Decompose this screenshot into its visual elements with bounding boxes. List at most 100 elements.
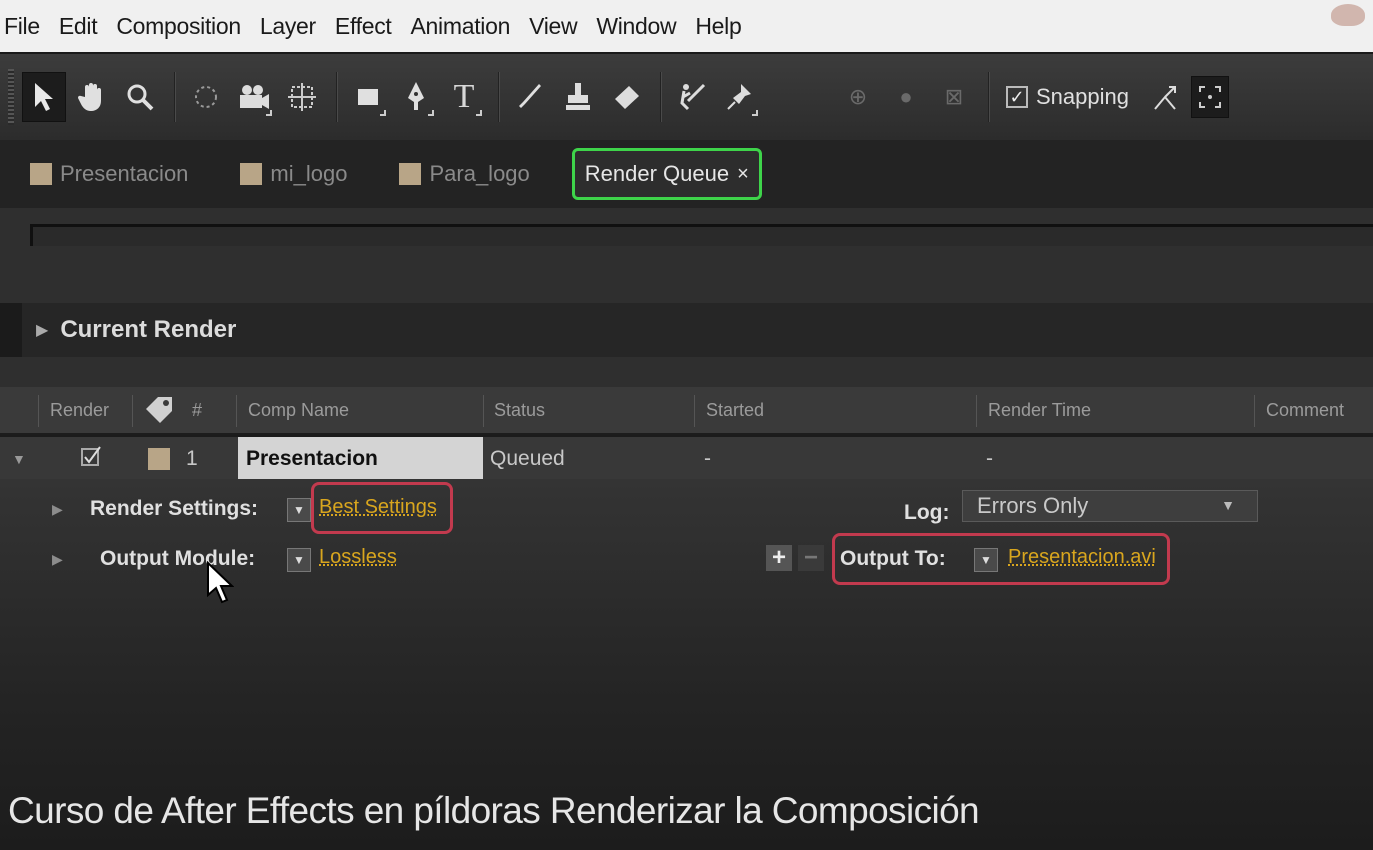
- current-render-label: Current Render: [60, 316, 237, 343]
- local-axis-mode-icon[interactable]: ⊕: [836, 72, 880, 122]
- label-color-swatch: [30, 163, 52, 185]
- menu-effect[interactable]: Effect: [335, 13, 392, 40]
- tab-presentacion[interactable]: Presentacion: [30, 161, 188, 187]
- column-started[interactable]: Started: [706, 400, 764, 421]
- column-divider: [483, 395, 484, 427]
- column-comp-name[interactable]: Comp Name: [248, 400, 349, 421]
- column-divider: [976, 395, 977, 427]
- render-progress-bar: [30, 224, 1373, 246]
- panel-spacer: [0, 357, 1373, 387]
- column-divider: [694, 395, 695, 427]
- output-to-label: Output To:: [840, 547, 946, 570]
- comp-name-cell[interactable]: Presentacion: [238, 437, 483, 479]
- type-tool-icon[interactable]: T: [442, 72, 486, 122]
- eraser-tool-icon[interactable]: [604, 72, 648, 122]
- toolbar-divider: [336, 72, 338, 122]
- roto-brush-tool-icon[interactable]: [670, 72, 714, 122]
- render-settings-label: Render Settings:: [90, 497, 259, 520]
- tab-label: Para_logo: [429, 161, 530, 186]
- disclosure-triangle-icon[interactable]: ▶: [52, 501, 63, 518]
- snapping-checkbox[interactable]: ✓: [1006, 86, 1028, 108]
- menu-composition[interactable]: Composition: [116, 13, 241, 40]
- render-settings-link[interactable]: Best Settings: [319, 496, 437, 519]
- menu-view[interactable]: View: [529, 13, 578, 40]
- tab-mi-logo[interactable]: mi_logo: [240, 161, 347, 187]
- menu-edit[interactable]: Edit: [59, 13, 98, 40]
- toolbar-divider: [660, 72, 662, 122]
- camera-tool-icon[interactable]: [232, 72, 276, 122]
- column-divider: [38, 395, 39, 427]
- column-render[interactable]: Render: [50, 400, 109, 421]
- tools-panel: T ⊕ ● ⊠ ✓ Snapping: [0, 52, 1373, 140]
- label-color-swatch[interactable]: [148, 448, 170, 470]
- output-module-dropdown-arrow[interactable]: ▼: [287, 548, 311, 572]
- tab-render-queue[interactable]: Render Queue ×: [571, 148, 762, 200]
- mouse-pointer-icon: [206, 560, 235, 610]
- menu-layer[interactable]: Layer: [260, 13, 316, 40]
- toolbar-divider: [498, 72, 500, 122]
- rotation-tool-icon[interactable]: [184, 72, 228, 122]
- composition-tab-bar: Presentacion mi_logo Para_logo Render Qu…: [0, 140, 1373, 208]
- log-label: Log:: [904, 501, 950, 524]
- clone-stamp-tool-icon[interactable]: [556, 72, 600, 122]
- brush-tool-icon[interactable]: [508, 72, 552, 122]
- pan-behind-tool-icon[interactable]: [280, 72, 324, 122]
- column-number[interactable]: #: [192, 400, 202, 421]
- menu-animation[interactable]: Animation: [411, 13, 511, 40]
- column-comment[interactable]: Comment: [1266, 400, 1344, 421]
- label-color-swatch: [399, 163, 422, 185]
- rectangle-tool-icon[interactable]: [346, 72, 390, 122]
- output-module-link[interactable]: Lossless: [319, 546, 397, 569]
- menu-file[interactable]: File: [4, 13, 40, 40]
- tab-label: Presentacion: [60, 161, 189, 186]
- toolbar-divider: [988, 72, 990, 122]
- column-divider: [236, 395, 237, 427]
- app-logo-icon: [1331, 4, 1365, 26]
- label-color-swatch: [240, 163, 263, 185]
- world-axis-mode-icon[interactable]: ●: [884, 72, 928, 122]
- menu-help[interactable]: Help: [695, 13, 741, 40]
- snapping-label: Snapping: [1036, 84, 1129, 109]
- view-axis-mode-icon[interactable]: ⊠: [932, 72, 976, 122]
- puppet-pin-tool-icon[interactable]: [718, 72, 762, 122]
- menu-window[interactable]: Window: [596, 13, 676, 40]
- snapping-toggle[interactable]: ✓ Snapping: [1006, 84, 1129, 110]
- menu-bar: File Edit Composition Layer Effect Anima…: [0, 0, 1373, 52]
- label-tag-icon[interactable]: [142, 393, 176, 430]
- column-render-time[interactable]: Render Time: [988, 400, 1091, 421]
- expand-triangle-icon[interactable]: ▼: [12, 451, 26, 467]
- log-select[interactable]: Errors Only ▼: [962, 490, 1258, 522]
- toolbar-divider: [174, 72, 176, 122]
- log-select-value: Errors Only: [977, 493, 1089, 518]
- toolbar-grip[interactable]: [8, 69, 14, 125]
- queue-column-headers: Render # Comp Name Status Started Render…: [0, 387, 1373, 435]
- started-cell: -: [704, 447, 711, 470]
- zoom-tool-icon[interactable]: [118, 72, 162, 122]
- status-cell: Queued: [490, 447, 565, 470]
- render-progress-area: [0, 208, 1373, 303]
- hand-tool-icon[interactable]: [70, 72, 114, 122]
- add-output-module-button[interactable]: +: [766, 544, 792, 571]
- chevron-down-icon: ▼: [1221, 497, 1235, 513]
- pen-tool-icon[interactable]: [394, 72, 438, 122]
- column-status[interactable]: Status: [494, 400, 545, 421]
- queue-item-index: 1: [186, 447, 198, 470]
- render-time-cell: -: [986, 447, 993, 470]
- render-checkbox[interactable]: [80, 445, 102, 475]
- output-to-dropdown-arrow[interactable]: ▼: [974, 548, 998, 572]
- disclosure-triangle-icon[interactable]: ▶: [36, 320, 48, 340]
- column-divider: [132, 395, 133, 427]
- disclosure-triangle-icon[interactable]: ▶: [52, 551, 63, 568]
- current-render-header[interactable]: ▶ Current Render: [22, 303, 1373, 357]
- remove-output-module-button[interactable]: −: [798, 544, 824, 571]
- tab-para-logo[interactable]: Para_logo: [399, 161, 530, 187]
- tab-label: mi_logo: [270, 161, 348, 186]
- selection-tool-icon[interactable]: [22, 72, 66, 122]
- render-settings-dropdown-arrow[interactable]: ▼: [287, 498, 311, 522]
- snap-edges-icon[interactable]: [1143, 72, 1187, 122]
- column-divider: [1254, 395, 1255, 427]
- queue-item-row[interactable]: ▼ 1 Presentacion Queued - -: [0, 437, 1373, 479]
- snap-features-icon[interactable]: [1190, 76, 1229, 118]
- close-icon[interactable]: ×: [737, 163, 749, 186]
- output-to-link[interactable]: Presentacion.avi: [1008, 546, 1156, 569]
